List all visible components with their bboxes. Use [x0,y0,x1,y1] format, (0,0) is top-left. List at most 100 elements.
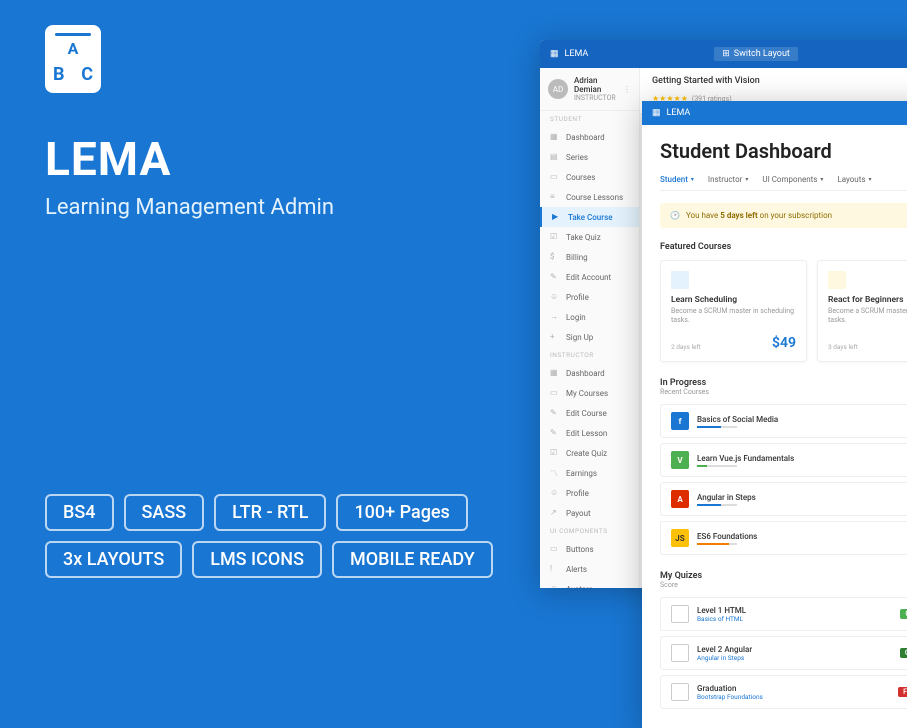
edit-icon: ✎ [550,428,560,438]
chevron-down-icon: ▾ [691,176,694,183]
clock-icon: 🕑 [670,211,680,220]
score-badge: Failed [898,687,907,697]
layout-icon: ▦ [652,108,661,118]
card-title: React for Beginners [828,295,907,305]
chevron-down-icon: ▾ [745,176,748,183]
user-name: Adrian Demian [574,76,617,94]
section-ui: UI COMPONENTS [540,523,639,539]
earnings-icon: 〽 [550,468,560,478]
quiz-icon [671,683,689,701]
overlay-topbar: ▦ LEMA [642,101,907,125]
badge: SASS [124,494,205,531]
nav-series[interactable]: ▤Series [540,147,639,167]
card-title: Learn Scheduling [671,295,796,305]
in-progress-title: In Progress [660,378,709,388]
promo-title: LEMA [45,133,334,187]
nav-course-lessons[interactable]: ≡Course Lessons [540,187,639,207]
lessons-icon: ≡ [550,192,560,202]
user-role: INSTRUCTOR [574,94,617,102]
nav-instructor-profile[interactable]: ☺Profile [540,483,639,503]
progress-bar [697,426,737,428]
badge: 3x LAYOUTS [45,541,182,578]
badge: MOBILE READY [332,541,493,578]
nav-login[interactable]: →Login [540,307,639,327]
switch-layout-button[interactable]: ⊞ Switch Layout [714,47,798,61]
nav-edit-course[interactable]: ✎Edit Course [540,403,639,423]
progress-bar [697,465,737,467]
calendar-icon [671,271,689,289]
quiz-row[interactable]: Level 2 AngularAngular in StepsGreat9.8 [660,636,907,670]
nav-alerts[interactable]: !Alerts [540,559,639,579]
feature-badges: BS4 SASS LTR - RTL 100+ Pages 3x LAYOUTS… [45,494,525,578]
featured-title: Featured Courses [660,242,907,252]
price: $49 [772,335,796,351]
quiz-icon: ☑ [550,448,560,458]
subscription-notice: 🕑 You have 5 days left on your subscript… [660,203,907,228]
badge: LTR - RTL [214,494,326,531]
billing-icon: $ [550,252,560,262]
progress-bar [697,543,737,545]
nav-edit-account[interactable]: ✎Edit Account [540,267,639,287]
nav-payout[interactable]: ↗Payout [540,503,639,523]
nav-profile[interactable]: ☺Profile [540,287,639,307]
switch-icon: ⊞ [722,49,730,59]
payout-icon: ↗ [550,508,560,518]
nav-edit-lesson[interactable]: ✎Edit Lesson [540,423,639,443]
tab-ui-components[interactable]: UI Components▾ [762,175,823,184]
days-left: 3 days left [828,343,858,351]
in-progress-sub: Recent Courses [660,388,709,396]
signup-icon: + [550,332,560,342]
react-icon [828,271,846,289]
nav-my-courses[interactable]: ▭My Courses [540,383,639,403]
angular-icon: A [671,490,689,508]
alerts-icon: ! [550,564,560,574]
user-profile[interactable]: AD Adrian Demian INSTRUCTOR ⋮ [540,68,639,111]
nav-billing[interactable]: $Billing [540,247,639,267]
course-card[interactable]: React for Beginners Become a SCRUM maste… [817,260,907,362]
course-title: Getting Started with Vision [652,76,760,86]
progress-row[interactable]: AAngular in Steps100%⋮ [660,482,907,516]
card-desc: Become a SCRUM master in scheduling task… [828,307,907,325]
progress-row[interactable]: JSES6 Foundations80%⋮ [660,521,907,555]
quiz-row[interactable]: Level 1 HTMLBasics of HTMLGood5.8 [660,597,907,631]
tab-layouts[interactable]: Layouts▾ [837,175,871,184]
edit-icon: ✎ [550,408,560,418]
nav-instructor-dashboard[interactable]: ▦Dashboard [540,363,639,383]
nav-signup[interactable]: +Sign Up [540,327,639,347]
score-badge: Good [900,609,907,619]
app-window-front: ▦ LEMA Student Dashboard Student▾ Instru… [642,101,907,728]
login-icon: → [550,312,560,322]
section-student: STUDENT [540,111,639,127]
quizes-sub: Score [660,581,702,589]
sidebar: AD Adrian Demian INSTRUCTOR ⋮ STUDENT ▦D… [540,68,640,588]
chevron-down-icon: ▾ [820,176,823,183]
quiz-icon: ☑ [550,232,560,242]
progress-bar [697,504,737,506]
take-course-icon: ▶ [552,212,562,222]
badge: 100+ Pages [336,494,467,531]
nav-take-quiz[interactable]: ☑Take Quiz [540,227,639,247]
nav-earnings[interactable]: 〽Earnings [540,463,639,483]
vue-icon: V [671,451,689,469]
tab-student[interactable]: Student▾ [660,175,694,184]
dashboard-icon: ▦ [550,132,560,142]
lema-logo: ABC [45,25,101,93]
nav-courses[interactable]: ▭Courses [540,167,639,187]
course-card[interactable]: Learn Scheduling Become a SCRUM master i… [660,260,807,362]
quiz-row[interactable]: GraduationBootstrap FoundationsFailed2.8 [660,675,907,709]
progress-row[interactable]: fBasics of Social Media60%⋮ [660,404,907,438]
progress-row[interactable]: VLearn Vue.js Fundamentals25%⋮ [660,443,907,477]
avatar: AD [548,79,568,99]
courses-icon: ▭ [550,388,560,398]
nav-take-course[interactable]: ▶Take Course [540,207,639,227]
nav-dashboard[interactable]: ▦Dashboard [540,127,639,147]
nav-buttons[interactable]: ▭Buttons [540,539,639,559]
nav-create-quiz[interactable]: ☑Create Quiz [540,443,639,463]
more-icon[interactable]: ⋮ [623,85,631,94]
tab-instructor[interactable]: Instructor▾ [708,175,748,184]
js-icon: JS [671,529,689,547]
page-title: Student Dashboard [660,139,907,163]
edit-icon: ✎ [550,272,560,282]
profile-icon: ☺ [550,488,560,498]
nav-avatars[interactable]: ☺Avatars [540,579,639,588]
